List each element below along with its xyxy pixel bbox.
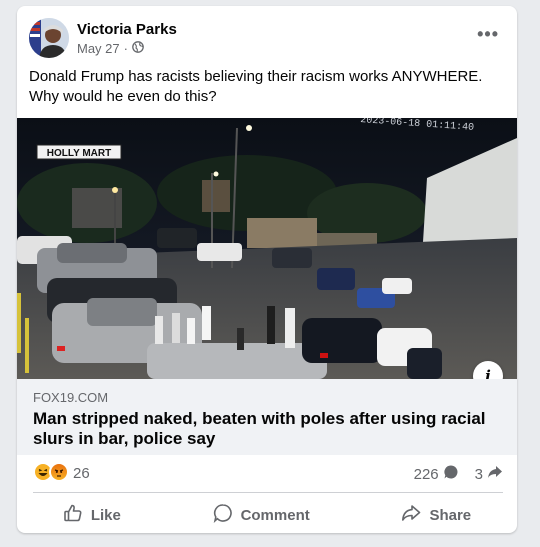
comment-share-stats: 226 3 xyxy=(414,464,503,484)
avatar[interactable] xyxy=(29,18,69,58)
share-icon xyxy=(401,503,421,527)
post-text: Donald Frump has racists believing their… xyxy=(29,68,483,105)
link-title[interactable]: Man stripped naked, beaten with poles af… xyxy=(33,409,503,449)
comments-count[interactable]: 226 xyxy=(414,466,439,483)
share-button[interactable]: Share xyxy=(387,499,485,531)
store-sign-text: HOLLY MART xyxy=(47,148,111,159)
angry-reaction-icon xyxy=(49,462,69,482)
meta-separator: · xyxy=(123,41,128,56)
reactions-count[interactable]: 26 xyxy=(73,465,90,482)
thumbs-up-icon xyxy=(63,503,83,527)
action-bar: Like Comment Share xyxy=(17,498,517,532)
engagement-stats: 26 226 3 xyxy=(33,462,503,484)
comment-bubble-icon xyxy=(443,464,459,484)
avatar-image xyxy=(29,18,69,58)
comment-icon xyxy=(213,503,233,527)
parking-lot-scene: HOLLY MART 2023-06-18 01:11:40 xyxy=(17,118,517,379)
comment-button[interactable]: Comment xyxy=(199,499,324,531)
link-preview[interactable]: FOX19.COM Man stripped naked, beaten wit… xyxy=(17,379,517,455)
post-card: Victoria Parks May 27 · ••• Donald Frump… xyxy=(17,6,517,533)
comment-label: Comment xyxy=(240,506,310,524)
link-domain: FOX19.COM xyxy=(33,390,109,405)
post-date[interactable]: May 27 xyxy=(77,41,120,56)
like-label: Like xyxy=(90,506,121,524)
post-meta: May 27 · xyxy=(77,41,144,56)
like-button[interactable]: Like xyxy=(49,499,135,531)
reaction-icons[interactable] xyxy=(33,462,69,482)
actions-divider xyxy=(33,492,503,493)
globe-icon xyxy=(132,41,144,56)
post-header: Victoria Parks May 27 · ••• xyxy=(29,16,505,60)
more-options-icon[interactable]: ••• xyxy=(477,24,499,45)
share-label: Share xyxy=(429,506,472,524)
author-name[interactable]: Victoria Parks xyxy=(77,21,177,38)
share-arrow-icon xyxy=(487,464,503,484)
shares-count[interactable]: 3 xyxy=(475,466,483,483)
post-image[interactable]: HOLLY MART 2023-06-18 01:11:40 i xyxy=(17,118,517,379)
